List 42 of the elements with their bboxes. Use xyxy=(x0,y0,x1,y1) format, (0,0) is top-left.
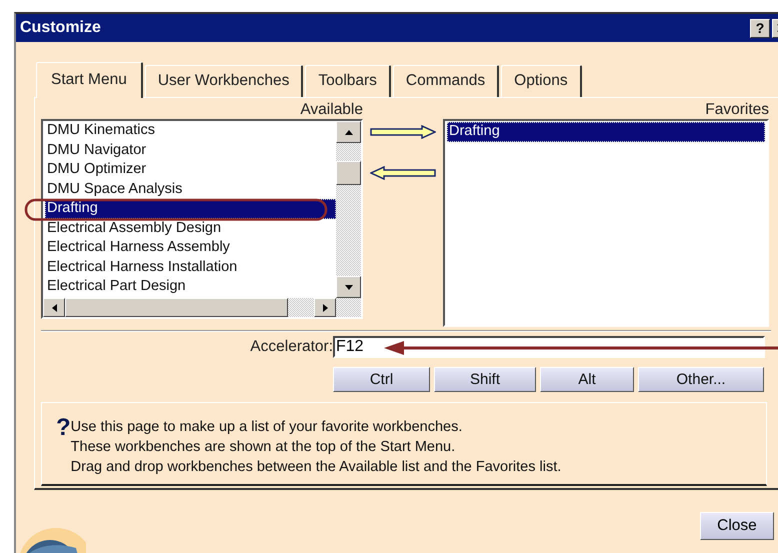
scroll-left-button[interactable] xyxy=(43,298,65,317)
help-text: These workbenches are shown at the top of the Start Menu. xyxy=(70,438,456,457)
list-caption: Available xyxy=(300,100,363,119)
down-arrow-icon xyxy=(344,284,352,290)
help-text: Use this page to make up a list of your favorite workbenches. xyxy=(70,418,464,437)
modifier-button[interactable]: Shift xyxy=(434,367,536,392)
add-arrow-button[interactable] xyxy=(370,125,436,139)
tab[interactable]: Start Menu xyxy=(36,62,143,98)
list-item[interactable]: DMU Optimizer xyxy=(45,160,336,180)
vertical-scrollbar[interactable] xyxy=(336,121,361,298)
help-icon: ? xyxy=(56,417,71,484)
help-text: Drag and drop workbenches between the Available list and the Favorites list. xyxy=(70,458,562,477)
tab[interactable]: Commands xyxy=(392,65,500,97)
modifier-button[interactable]: Alt xyxy=(540,367,634,392)
list-item[interactable]: Electrical Assembly Design xyxy=(45,218,336,238)
scroll-thumb[interactable] xyxy=(65,298,288,317)
remove-arrow-button[interactable] xyxy=(370,166,436,180)
list-caption: Favorites xyxy=(705,100,769,119)
right-arrow-icon xyxy=(322,304,328,312)
list-item[interactable]: Electrical Harness Assembly xyxy=(45,238,336,258)
accelerator-label: Accelerator: xyxy=(249,338,333,356)
window-title: Customize xyxy=(20,19,102,37)
scroll-down-button[interactable] xyxy=(336,276,361,298)
list-item[interactable]: DMU Space Analysis xyxy=(45,180,336,199)
modifier-button[interactable]: Other... xyxy=(638,367,764,392)
close-button[interactable]: Close xyxy=(700,512,774,540)
horizontal-scrollbar[interactable] xyxy=(43,298,361,317)
list-item[interactable]: DMU Navigator xyxy=(45,140,336,160)
tab[interactable]: User Workbenches xyxy=(144,65,304,97)
up-arrow-icon xyxy=(344,130,352,134)
list-item[interactable]: Electrical Part Design xyxy=(45,277,336,296)
tab[interactable]: Toolbars xyxy=(305,65,391,97)
left-arrow-icon xyxy=(52,304,56,312)
help-button[interactable]: ? xyxy=(750,18,770,38)
list-item[interactable]: DMU Kinematics xyxy=(45,121,336,140)
list-item[interactable]: Drafting xyxy=(447,122,765,142)
scroll-up-button[interactable] xyxy=(336,121,361,143)
scroll-right-button[interactable] xyxy=(314,298,336,317)
tab[interactable]: Options xyxy=(501,65,582,97)
modifier-button[interactable]: Ctrl xyxy=(333,367,430,392)
list-item[interactable]: Electrical Harness Installation xyxy=(45,258,336,277)
scroll-thumb[interactable] xyxy=(336,161,361,185)
